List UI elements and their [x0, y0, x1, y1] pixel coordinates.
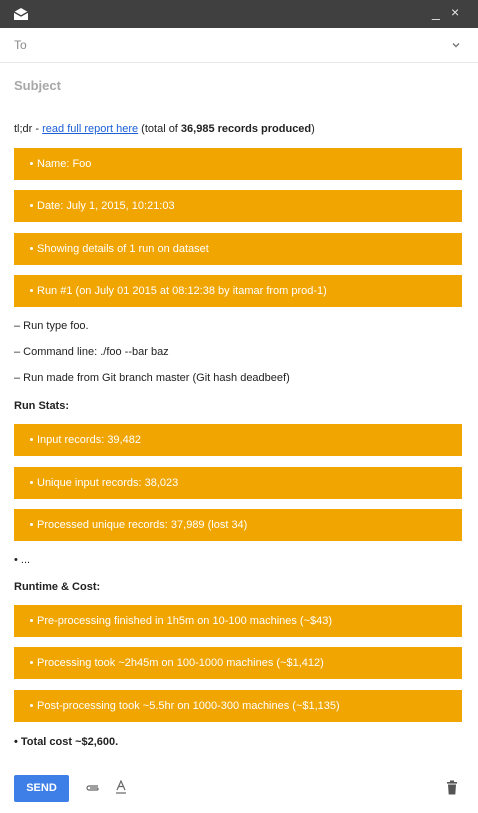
- bar-text: Name: Foo: [37, 158, 92, 170]
- bullet-icon: [30, 161, 33, 165]
- tldr-mid: (total of: [138, 123, 181, 135]
- tldr-line: tl;dr - read full report here (total of …: [14, 123, 315, 135]
- tldr-prefix: tl;dr -: [14, 123, 43, 135]
- bullet-icon: [30, 703, 33, 707]
- chevron-down-icon[interactable]: [452, 41, 460, 49]
- tldr-count: 36,985 records produced: [180, 123, 312, 135]
- stat-bar-input: Input records: 39,482: [14, 424, 462, 456]
- info-bar-date: Date: July 1, 2015, 10:21:03: [14, 190, 462, 222]
- info-bar-run1: Run #1 (on July 01 2015 at 08:12:38 by i…: [14, 275, 462, 307]
- to-label: To: [14, 38, 27, 52]
- bar-text: Run #1 (on July 01 2015 at 08:12:38 by i…: [37, 285, 327, 297]
- runtime-bar-pre: Pre-processing finished in 1h5m on 10-10…: [14, 605, 462, 637]
- info-bar-name: Name: Foo: [14, 148, 462, 180]
- bar-text: Post-processing took ~5.5hr on 1000-300 …: [37, 700, 340, 712]
- mail-icon: [13, 8, 29, 20]
- bullet-icon: [30, 522, 33, 526]
- minimize-button[interactable]: _: [432, 4, 440, 20]
- bar-text: Input records: 39,482: [37, 434, 141, 446]
- bullet-icon: [30, 618, 33, 622]
- compose-titlebar: _ ×: [0, 0, 478, 28]
- bullet-icon: [30, 203, 33, 207]
- runtime-heading: Runtime & Cost:: [14, 581, 101, 593]
- send-button[interactable]: SEND: [14, 775, 69, 802]
- bullet-icon: [30, 437, 33, 441]
- total-cost: • Total cost ~$2,600.: [14, 736, 119, 748]
- bar-text: Showing details of 1 run on dataset: [37, 243, 209, 255]
- info-bar-runs: Showing details of 1 run on dataset: [14, 233, 462, 265]
- runtime-bar-processing: Processing took ~2h45m on 100-1000 machi…: [14, 647, 462, 679]
- trash-icon[interactable]: [446, 780, 458, 795]
- detail-git-branch: – Run made from Git branch master (Git h…: [14, 372, 290, 384]
- run-stats-heading: Run Stats:: [14, 400, 69, 412]
- text-format-icon[interactable]: [115, 780, 127, 794]
- to-field[interactable]: To: [0, 28, 478, 63]
- tldr-suffix: ): [311, 123, 315, 135]
- bullet-icon: [30, 288, 33, 292]
- ellipsis-line: • ...: [14, 554, 31, 566]
- bar-text: Processing took ~2h45m on 100-1000 machi…: [37, 657, 324, 669]
- bar-text: Date: July 1, 2015, 10:21:03: [37, 200, 175, 212]
- subject-field[interactable]: Subject: [14, 78, 61, 93]
- bullet-icon: [30, 480, 33, 484]
- bullet-icon: [30, 246, 33, 250]
- runtime-bar-post: Post-processing took ~5.5hr on 1000-300 …: [14, 690, 462, 722]
- bar-text: Unique input records: 38,023: [37, 477, 179, 489]
- detail-run-type: – Run type foo.: [14, 320, 89, 332]
- full-report-link[interactable]: read full report here: [42, 123, 138, 135]
- bar-text: Processed unique records: 37,989 (lost 3…: [37, 519, 248, 531]
- bullet-icon: [30, 660, 33, 664]
- close-button[interactable]: ×: [451, 4, 459, 20]
- stat-bar-processed: Processed unique records: 37,989 (lost 3…: [14, 509, 462, 541]
- attach-icon[interactable]: [85, 783, 101, 793]
- bar-text: Pre-processing finished in 1h5m on 10-10…: [37, 615, 333, 627]
- stat-bar-unique: Unique input records: 38,023: [14, 467, 462, 499]
- detail-command-line: – Command line: ./foo --bar baz: [14, 346, 169, 358]
